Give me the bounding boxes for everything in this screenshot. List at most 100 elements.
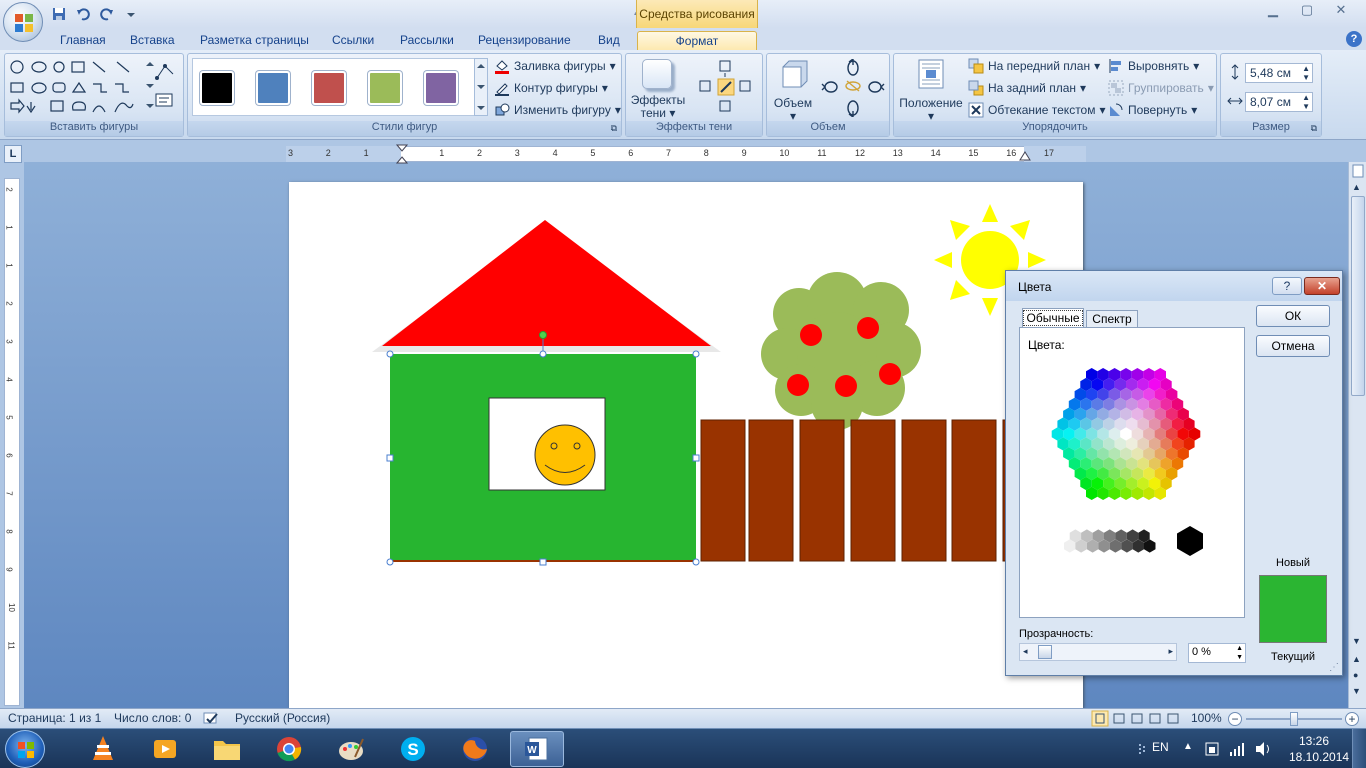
- maximize-icon[interactable]: ▢: [1296, 2, 1318, 20]
- align-button[interactable]: Выровнять ▾: [1108, 58, 1199, 74]
- dialog-title-bar: Цвета ? ✕: [1006, 271, 1342, 301]
- previous-page-icon[interactable]: ▲: [1352, 654, 1361, 664]
- transparency-slider[interactable]: ◂ ▸: [1019, 643, 1177, 661]
- bring-to-front-button[interactable]: На передний план ▾: [968, 58, 1100, 74]
- zoom-level[interactable]: 100%: [1191, 711, 1222, 725]
- word-taskbar-icon[interactable]: W: [510, 731, 564, 767]
- dialog-help-icon[interactable]: ?: [1272, 277, 1302, 295]
- change-shape-button[interactable]: Изменить фигуру ▾: [494, 102, 621, 118]
- help-icon[interactable]: ?: [1346, 31, 1362, 47]
- spin-arrows-icon[interactable]: ▲ ▼: [1236, 644, 1243, 662]
- firefox-icon[interactable]: [448, 731, 502, 767]
- chrome-icon[interactable]: [262, 731, 316, 767]
- language-indicator[interactable]: Русский (Россия): [235, 711, 330, 725]
- view-mode-icons[interactable]: [1090, 710, 1186, 727]
- tab-spectrum[interactable]: Спектр: [1086, 310, 1138, 328]
- edit-shape-icon[interactable]: [153, 62, 177, 112]
- tab-page-layout[interactable]: Разметка страницы: [192, 31, 317, 50]
- style-swatch-blue[interactable]: [256, 71, 290, 105]
- right-indent-marker-icon[interactable]: [1019, 150, 1031, 162]
- tab-selector-button[interactable]: L: [4, 145, 22, 163]
- rotate-button[interactable]: Повернуть ▾: [1108, 102, 1197, 118]
- color-hexagon-picker[interactable]: [1026, 354, 1240, 594]
- style-swatch-black[interactable]: [200, 71, 234, 105]
- send-to-back-button[interactable]: На задний план ▾: [968, 80, 1086, 96]
- style-gallery-more-icon[interactable]: [474, 58, 488, 116]
- fence-shape[interactable]: [700, 419, 1048, 562]
- skype-icon[interactable]: S: [386, 731, 440, 767]
- resize-grip-icon[interactable]: ⋰: [1329, 662, 1339, 673]
- browse-object-icon[interactable]: ●: [1353, 670, 1358, 680]
- minimize-icon[interactable]: ▁: [1262, 2, 1284, 20]
- smiley-face-shape[interactable]: [534, 424, 596, 486]
- style-swatch-red[interactable]: [312, 71, 346, 105]
- style-swatch-green[interactable]: [368, 71, 402, 105]
- clock-time[interactable]: 13:26: [1299, 734, 1329, 748]
- position-button[interactable]: Положение ▾: [898, 57, 964, 123]
- scroll-up-icon[interactable]: ▲: [1352, 182, 1361, 192]
- vlc-icon[interactable]: [76, 731, 130, 767]
- tab-review[interactable]: Рецензирование: [470, 31, 579, 50]
- office-button[interactable]: [3, 2, 43, 42]
- proofing-icon[interactable]: [202, 711, 220, 726]
- system-tray-icons[interactable]: [1204, 740, 1274, 758]
- show-hidden-icons-icon[interactable]: ▲: [1183, 741, 1193, 752]
- 3d-effects-button[interactable]: Объем ▾: [771, 57, 815, 123]
- group-button[interactable]: Группировать ▾: [1108, 80, 1214, 96]
- dialog-launcher-icon[interactable]: ⧉: [1311, 123, 1317, 134]
- show-desktop-button[interactable]: [1352, 729, 1366, 768]
- shape-width-icon: [1227, 97, 1243, 105]
- tab-insert[interactable]: Вставка: [122, 31, 183, 50]
- scroll-down-icon[interactable]: ▼: [1352, 636, 1361, 646]
- roof-shape[interactable]: [372, 220, 721, 352]
- indent-marker-icon[interactable]: [396, 144, 408, 164]
- dialog-launcher-icon[interactable]: ⧉: [611, 123, 617, 134]
- slider-thumb[interactable]: [1038, 645, 1052, 659]
- tab-mailings[interactable]: Рассылки: [392, 31, 462, 50]
- shape-outline-button[interactable]: Контур фигуры ▾: [494, 80, 608, 96]
- zoom-in-icon[interactable]: +: [1345, 712, 1359, 726]
- dialog-close-icon[interactable]: ✕: [1304, 277, 1340, 295]
- tree-shape[interactable]: [761, 272, 921, 430]
- tab-home[interactable]: Главная: [52, 31, 114, 50]
- shape-height-input[interactable]: 5,48 см ▲ ▼: [1245, 63, 1313, 83]
- transparency-input[interactable]: 0 % ▲ ▼: [1188, 643, 1246, 663]
- black-cell[interactable]: [1177, 526, 1203, 556]
- file-explorer-icon[interactable]: [200, 731, 254, 767]
- input-language[interactable]: EN: [1152, 740, 1169, 754]
- clock-date[interactable]: 18.10.2014: [1289, 750, 1349, 764]
- tab-format[interactable]: Формат: [637, 31, 757, 50]
- video-player-icon[interactable]: [138, 731, 192, 767]
- start-button[interactable]: [5, 730, 45, 768]
- next-page-icon[interactable]: ▼: [1352, 686, 1361, 696]
- text-wrapping-button[interactable]: Обтекание текстом ▾: [968, 102, 1106, 118]
- vertical-scrollbar[interactable]: ▲ ▼ ▲ ● ▼: [1348, 162, 1366, 708]
- paint-icon[interactable]: [324, 731, 378, 767]
- spin-arrows-icon[interactable]: ▲ ▼: [1302, 93, 1310, 111]
- slider-right-icon[interactable]: ▸: [1168, 646, 1173, 657]
- word-count[interactable]: Число слов: 0: [114, 711, 191, 725]
- close-icon[interactable]: ✕: [1330, 2, 1352, 20]
- ruler-toggle-icon[interactable]: [1352, 164, 1364, 178]
- ok-button[interactable]: ОК: [1256, 305, 1330, 327]
- scroll-thumb[interactable]: [1351, 196, 1365, 396]
- zoom-out-icon[interactable]: −: [1228, 712, 1242, 726]
- tab-standard[interactable]: Обычные: [1022, 308, 1084, 328]
- style-swatch-purple[interactable]: [424, 71, 458, 105]
- change-shape-icon: [495, 103, 510, 116]
- shapes-gallery[interactable]: [9, 58, 139, 118]
- shape-fill-button[interactable]: Заливка фигуры ▾: [494, 58, 616, 74]
- tab-view[interactable]: Вид: [590, 31, 628, 50]
- vertical-ruler[interactable]: 2 1 1 2 3 4 5 6 7 8 9 10 11: [4, 178, 20, 706]
- shadow-nudge-icons[interactable]: [694, 59, 758, 117]
- spin-arrows-icon[interactable]: ▲ ▼: [1302, 64, 1310, 82]
- page-count[interactable]: Страница: 1 из 1: [8, 711, 101, 725]
- cancel-button[interactable]: Отмена: [1256, 335, 1330, 357]
- zoom-slider-thumb[interactable]: [1290, 712, 1298, 726]
- 3d-tilt-icons[interactable]: [819, 59, 887, 117]
- tab-references[interactable]: Ссылки: [324, 31, 382, 50]
- shape-width-input[interactable]: 8,07 см ▲ ▼: [1245, 92, 1313, 112]
- document-page[interactable]: [289, 182, 1083, 708]
- slider-left-icon[interactable]: ◂: [1023, 646, 1028, 657]
- shadow-effects-button[interactable]: Эффекты тени ▾: [630, 57, 686, 120]
